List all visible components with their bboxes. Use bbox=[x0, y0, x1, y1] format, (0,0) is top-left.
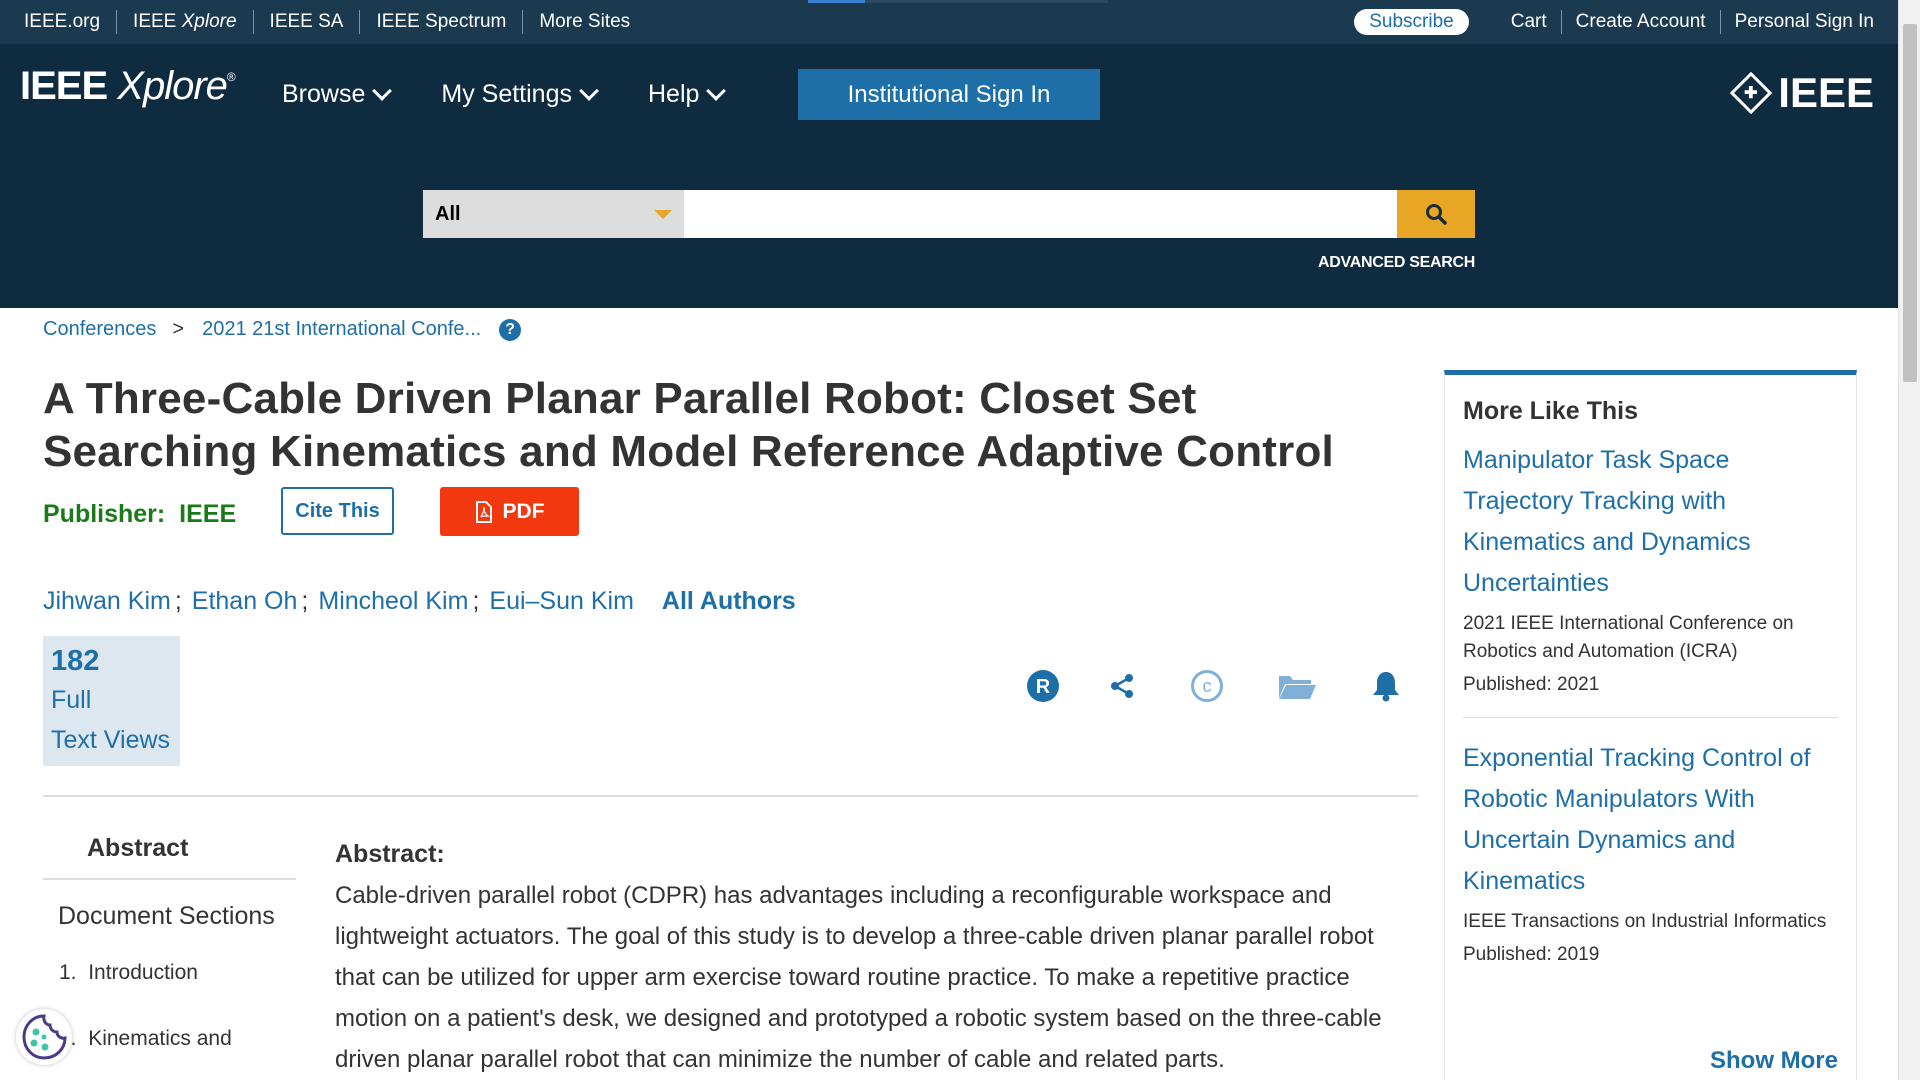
create-account-link[interactable]: Create Account bbox=[1562, 10, 1721, 34]
personal-sign-in-link[interactable]: Personal Sign In bbox=[1721, 10, 1888, 34]
dropdown-triangle-icon bbox=[654, 209, 672, 219]
search-icon bbox=[1426, 204, 1447, 225]
views-label-1: Full bbox=[51, 686, 92, 714]
ieee-sa-link[interactable]: IEEE SA bbox=[254, 10, 361, 34]
page: { "topbar": { "links": [ {"label": "IEEE… bbox=[0, 0, 1920, 1080]
ieee-xplore-logo[interactable]: IEEE Xplore® bbox=[20, 64, 236, 109]
institutional-sign-in-button[interactable]: Institutional Sign In bbox=[798, 69, 1100, 120]
more-like-this-heading: More Like This bbox=[1463, 397, 1639, 425]
alert-bell-icon[interactable] bbox=[1369, 666, 1403, 706]
author-link[interactable]: Eui–Sun Kim bbox=[489, 587, 634, 616]
search-scope-select[interactable]: All bbox=[423, 190, 684, 238]
chevron-down-icon bbox=[372, 80, 393, 101]
document-sections-heading: Document Sections bbox=[58, 902, 275, 930]
sidebar-divider bbox=[1463, 717, 1838, 718]
all-authors-link[interactable]: All Authors bbox=[662, 587, 796, 616]
section-item-introduction[interactable]: 1. Introduction bbox=[43, 961, 296, 985]
article-title: A Three-Cable Driven Planar Parallel Rob… bbox=[43, 374, 1334, 476]
full-text-views-metric[interactable]: 182 Full Text Views bbox=[43, 636, 180, 766]
related-article-published: Published: 2019 bbox=[1463, 944, 1600, 965]
author-link[interactable]: Mincheol Kim bbox=[318, 587, 468, 616]
chevron-down-icon bbox=[706, 80, 727, 101]
show-more-link[interactable]: Show More bbox=[1710, 1047, 1838, 1075]
document-nav: Abstract Document Sections 1. Introducti… bbox=[43, 820, 296, 1051]
section-item-kinematics[interactable]: 2. Kinematics and bbox=[43, 1027, 296, 1051]
cart-link[interactable]: Cart bbox=[1497, 10, 1562, 34]
help-icon[interactable]: ? bbox=[499, 318, 522, 341]
article-action-icons: R c bbox=[1025, 666, 1403, 706]
share-icon[interactable] bbox=[1107, 666, 1137, 706]
authors-list: Jihwan Kim; Ethan Oh; Mincheol Kim; Eui–… bbox=[43, 587, 796, 616]
views-count: 182 bbox=[51, 645, 100, 677]
related-article: Exponential Tracking Control of Robotic … bbox=[1463, 738, 1838, 969]
ieee-brand-logo[interactable]: ✚ IEEE bbox=[1730, 69, 1874, 117]
main-header: IEEE Xplore® Browse My Settings Help Ins… bbox=[0, 44, 1898, 308]
page-load-progress bbox=[808, 0, 1108, 3]
search-input[interactable] bbox=[684, 190, 1397, 238]
folder-icon[interactable] bbox=[1277, 666, 1317, 706]
abstract-text: Cable-driven parallel robot (CDPR) has a… bbox=[335, 882, 1382, 1073]
cite-this-button[interactable]: Cite This bbox=[281, 487, 394, 535]
ieee-org-link[interactable]: IEEE.org bbox=[8, 10, 118, 34]
author-link[interactable]: Ethan Oh bbox=[192, 587, 298, 616]
breadcrumb-conferences[interactable]: Conferences bbox=[43, 318, 156, 341]
main-nav: Browse My Settings Help bbox=[282, 80, 727, 109]
ieee-sites-links: IEEE.org IEEE Xplore IEEE SA IEEE Spectr… bbox=[8, 0, 646, 44]
breadcrumb: Conferences > 2021 21st International Co… bbox=[43, 318, 522, 341]
pdf-button[interactable]: PDF bbox=[440, 487, 579, 536]
pdf-file-icon bbox=[475, 500, 492, 523]
cookie-icon bbox=[22, 1014, 67, 1060]
nav-browse[interactable]: Browse bbox=[282, 80, 393, 109]
search-bar: All bbox=[423, 190, 1475, 238]
abstract-tab[interactable]: Abstract bbox=[43, 820, 296, 880]
related-article: Manipulator Task Space Trajectory Tracki… bbox=[1463, 440, 1838, 699]
author-link[interactable]: Jihwan Kim bbox=[43, 587, 171, 616]
nav-help[interactable]: Help bbox=[648, 80, 727, 109]
abstract-heading: Abstract: bbox=[335, 840, 445, 868]
ieee-xplore-link[interactable]: IEEE Xplore bbox=[117, 10, 254, 34]
publisher: Publisher: IEEE bbox=[43, 500, 237, 528]
svg-text:R: R bbox=[1036, 676, 1051, 698]
account-links: Subscribe Cart Create Account Personal S… bbox=[1354, 0, 1888, 44]
views-label-2: Text Views bbox=[51, 726, 171, 754]
content-divider bbox=[43, 795, 1418, 797]
chevron-down-icon bbox=[579, 80, 599, 101]
related-article-venue: IEEE Transactions on Industrial Informat… bbox=[1463, 911, 1827, 932]
scrollbar-thumb[interactable] bbox=[1903, 24, 1917, 382]
related-article-venue: 2021 IEEE International Conference on Ro… bbox=[1463, 613, 1794, 662]
svg-text:c: c bbox=[1203, 676, 1212, 696]
search-button[interactable] bbox=[1397, 190, 1475, 238]
abstract-section: Abstract: Cable-driven parallel robot (C… bbox=[335, 834, 1395, 1080]
related-article-title[interactable]: Exponential Tracking Control of Robotic … bbox=[1463, 738, 1838, 902]
ieee-diamond-icon: ✚ bbox=[1730, 71, 1773, 115]
subscribe-button[interactable]: Subscribe bbox=[1354, 9, 1469, 35]
rights-icon[interactable]: R bbox=[1025, 666, 1061, 706]
advanced-search-link[interactable]: ADVANCED SEARCH bbox=[1318, 254, 1475, 272]
more-sites-link[interactable]: More Sites bbox=[523, 10, 646, 34]
page-scrollbar[interactable] bbox=[1898, 0, 1920, 1080]
cookie-preferences-button[interactable] bbox=[16, 1009, 72, 1065]
copyright-icon[interactable]: c bbox=[1189, 666, 1225, 706]
top-utility-bar: IEEE.org IEEE Xplore IEEE SA IEEE Spectr… bbox=[0, 0, 1898, 44]
related-article-published: Published: 2021 bbox=[1463, 674, 1600, 695]
breadcrumb-conference-name[interactable]: 2021 21st International Confe... bbox=[202, 318, 481, 341]
related-article-title[interactable]: Manipulator Task Space Trajectory Tracki… bbox=[1463, 440, 1838, 604]
breadcrumb-separator: > bbox=[172, 318, 185, 340]
ieee-spectrum-link[interactable]: IEEE Spectrum bbox=[360, 10, 524, 34]
more-like-this-panel: More Like This Manipulator Task Space Tr… bbox=[1444, 370, 1857, 1080]
nav-my-settings[interactable]: My Settings bbox=[441, 80, 599, 109]
